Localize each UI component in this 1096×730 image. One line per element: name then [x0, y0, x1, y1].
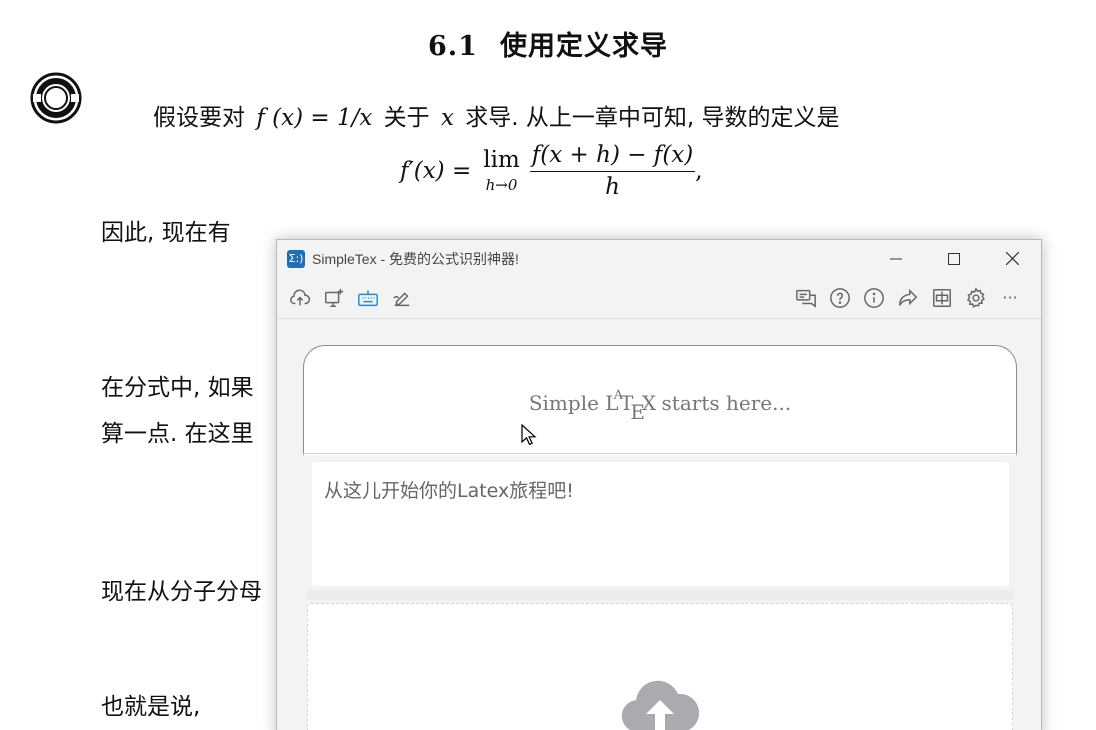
preview-divider: [303, 453, 1017, 454]
eq-denominator: h: [605, 174, 620, 200]
close-button[interactable]: [983, 240, 1041, 277]
minimize-icon: [890, 258, 902, 259]
maximize-icon: [948, 252, 960, 265]
derivative-definition-equation: f′(x) = lim h→0 f(x + h) − f(x) h ,: [400, 142, 703, 200]
more-button[interactable]: ···: [997, 285, 1023, 311]
eq-lim-text: lim: [483, 147, 520, 173]
eq-lim-subscript: h→0: [485, 176, 518, 194]
settings-icon: [966, 286, 986, 308]
help-button[interactable]: [827, 285, 853, 311]
section-heading: 6.1 使用定义求导: [0, 24, 1096, 63]
window-title: SimpleTex - 免费的公式识别神器!: [312, 250, 519, 267]
window-controls: [867, 240, 1041, 277]
share-button[interactable]: [895, 285, 921, 311]
paragraph-fraction: 在分式中, 如果: [101, 375, 254, 401]
screenshot-button[interactable]: [321, 285, 347, 311]
eq-fraction: f(x + h) − f(x) h: [529, 142, 696, 200]
para1-var: x: [440, 105, 454, 131]
screenshot-icon: [325, 288, 344, 307]
paragraph-numerator: 现在从分子分母: [101, 579, 262, 605]
cloud-upload-icon: [621, 680, 700, 730]
simpletex-window: Σ:) SimpleTex - 免费的公式识别神器! ··· Simple LA…: [276, 239, 1042, 730]
layout-icon: [933, 288, 951, 307]
keyboard-icon: [358, 290, 378, 306]
cloud-upload-icon: [290, 288, 311, 305]
latex-logo: LATEX: [605, 388, 656, 424]
para1-text-b: 关于: [383, 105, 430, 131]
preview-placeholder: Simple LATEX starts here...: [304, 388, 1016, 424]
preview-prefix: Simple: [528, 391, 599, 415]
toolbar: ···: [277, 277, 1041, 319]
info-button[interactable]: [861, 285, 887, 311]
layout-button[interactable]: [929, 285, 955, 311]
mouse-cursor-icon: [521, 424, 537, 446]
share-icon: [899, 288, 918, 306]
paragraph-intro: 假设要对 f (x) = 1/x 关于 x 求导. 从上一章中可知, 导数的定义…: [153, 98, 839, 132]
latex-preview-pane: Simple LATEX starts here...: [303, 345, 1017, 455]
toolbar-right-group: ···: [793, 285, 1031, 311]
feedback-button[interactable]: [793, 285, 819, 311]
section-title: 使用定义求导: [499, 31, 668, 62]
lifebuoy-icon[interactable]: [30, 72, 82, 124]
latex-editor-input[interactable]: 从这儿开始你的Latex旅程吧!: [312, 462, 1009, 586]
eq-lhs: f′(x) =: [400, 158, 472, 184]
eq-comma: ,: [695, 158, 703, 184]
minimize-button[interactable]: [867, 240, 925, 277]
maximize-button[interactable]: [925, 240, 983, 277]
more-icon: ···: [1002, 288, 1018, 307]
paragraph-calculate: 算一点. 在这里: [101, 421, 254, 447]
para1-text-a: 假设要对: [153, 105, 245, 131]
feedback-icon: [796, 289, 816, 308]
paragraph-therefore: 因此, 现在有: [101, 220, 231, 246]
image-drop-zone[interactable]: [307, 603, 1013, 730]
keyboard-button[interactable]: [355, 285, 381, 311]
handwrite-button[interactable]: [389, 285, 415, 311]
eq-numerator: f(x + h) − f(x): [529, 142, 696, 172]
para1-text-c: 求导. 从上一章中可知, 导数的定义是: [465, 105, 840, 131]
paragraph-thatis: 也就是说,: [101, 694, 201, 720]
para1-math: f (x) = 1/x: [256, 105, 373, 131]
settings-button[interactable]: [963, 285, 989, 311]
main-content: Simple LATEX starts here... 从这儿开始你的Latex…: [277, 320, 1041, 730]
help-icon: [830, 287, 850, 308]
preview-suffix: starts here...: [661, 391, 792, 415]
eq-limit: lim h→0: [483, 149, 520, 193]
title-bar[interactable]: Σ:) SimpleTex - 免费的公式识别神器!: [277, 240, 1041, 277]
handwrite-icon: [393, 291, 410, 306]
close-icon: [1005, 252, 1019, 265]
cloud-upload-button[interactable]: [287, 285, 313, 311]
section-number: 6.1: [428, 31, 478, 62]
info-icon: [864, 287, 884, 308]
editor-footer-strip: [307, 590, 1013, 600]
app-logo-icon: Σ:): [287, 249, 305, 268]
